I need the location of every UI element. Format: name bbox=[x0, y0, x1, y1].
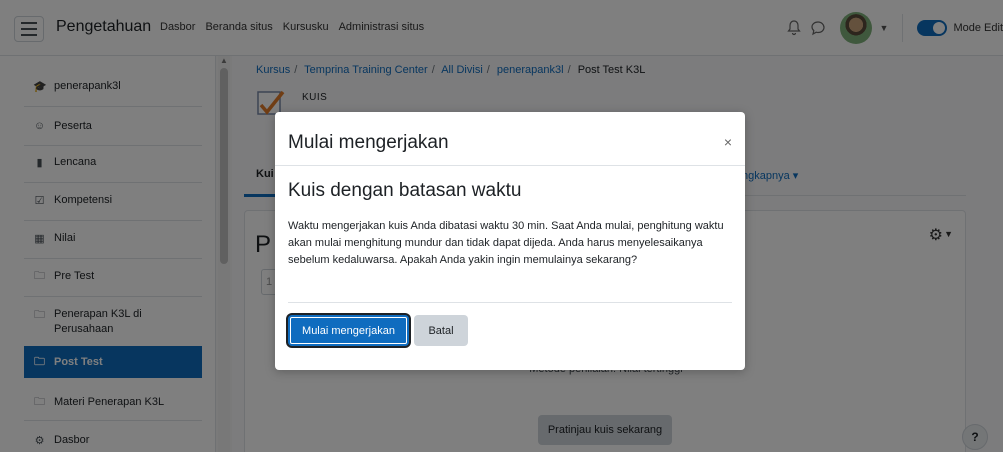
modal-header: Mulai mengerjakan × bbox=[275, 112, 745, 166]
close-icon[interactable]: × bbox=[724, 134, 732, 150]
start-attempt-button[interactable]: Mulai mengerjakan bbox=[288, 315, 409, 346]
modal-description: Waktu mengerjakan kuis Anda dibatasi wak… bbox=[288, 220, 724, 266]
cancel-button[interactable]: Batal bbox=[414, 315, 468, 346]
modal-body: Kuis dengan batasan waktu Waktu mengerja… bbox=[275, 166, 745, 302]
modal-subtitle: Kuis dengan batasan waktu bbox=[288, 180, 522, 201]
modal-title: Mulai mengerjakan bbox=[288, 132, 449, 153]
start-attempt-modal: Mulai mengerjakan × Kuis dengan batasan … bbox=[275, 112, 745, 370]
modal-footer: Mulai mengerjakan Batal bbox=[288, 302, 732, 370]
